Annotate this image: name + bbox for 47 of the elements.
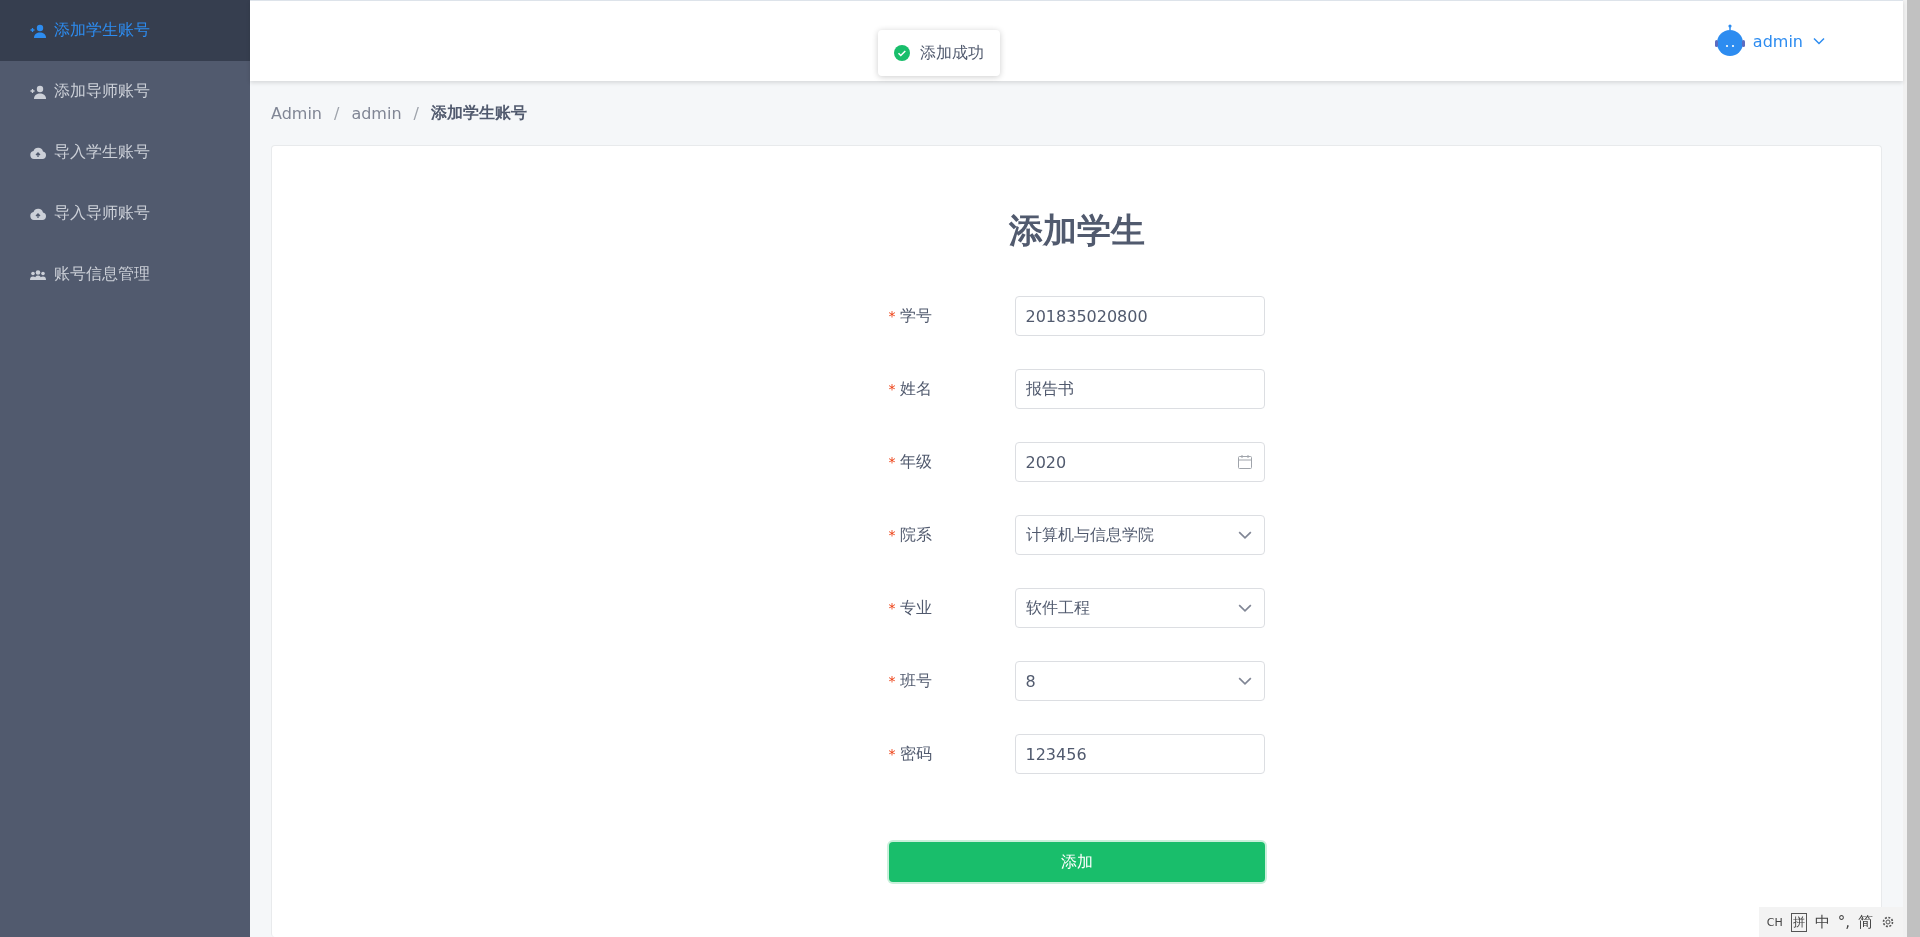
ime-toolbar-item[interactable]: 拼 [1790,912,1807,932]
ime-toolbar-item[interactable]: CH [1766,915,1783,929]
breadcrumb-link[interactable]: admin [351,103,402,123]
sidebar-item[interactable]: 添加导师账号 [0,61,250,122]
breadcrumb-separator: / [413,103,419,123]
settings-icon[interactable] [1881,915,1895,929]
check-circle-icon [894,45,910,61]
input-field[interactable]: 201835020800 [1014,296,1265,336]
input-field[interactable]: 123456 [1014,734,1265,774]
scrollbar[interactable] [1903,0,1920,937]
field-label: 班号 [899,670,932,692]
cloud-upload-icon [30,206,46,221]
select-field[interactable]: 8 [1014,661,1265,701]
field-label: 年级 [899,451,932,473]
required-asterisk: * [888,381,896,397]
breadcrumb-current: 添加学生账号 [430,102,527,124]
sidebar-item[interactable]: 账号信息管理 [0,244,250,305]
field-label: 姓名 [899,378,932,400]
group-icon [30,267,46,282]
breadcrumb-separator: / [334,103,340,123]
cloud-upload-icon [30,145,46,160]
date-field[interactable]: 2020 [1014,442,1265,482]
toast-message: 添加成功 [920,42,984,64]
field-label: 院系 [899,524,932,546]
required-asterisk: * [888,454,896,470]
ime-toolbar-item[interactable]: °, [1837,913,1850,931]
calendar-icon [1237,455,1252,469]
sidebar-item[interactable]: 导入导师账号 [0,183,250,244]
ime-toolbar-item[interactable]: 简 [1858,912,1873,932]
ime-toolbar-item[interactable]: 中 [1814,912,1830,932]
select-field[interactable]: 计算机与信息学院 [1014,515,1265,555]
field-label: 密码 [899,743,932,765]
field-label: 专业 [899,597,932,619]
required-asterisk: * [888,600,896,616]
chevron-down-icon [1813,37,1825,45]
select-field[interactable]: 软件工程 [1014,588,1265,628]
required-asterisk: * [888,746,896,762]
field-label: 学号 [899,305,932,327]
required-asterisk: * [888,527,896,543]
person-add-icon [30,23,46,38]
required-asterisk: * [888,308,896,324]
sidebar-item[interactable]: 导入学生账号 [0,122,250,183]
robot-avatar-icon [1712,24,1747,58]
form-title: 添加学生 [1008,209,1145,252]
input-field[interactable]: 报告书 [1014,369,1265,409]
required-asterisk: * [888,673,896,689]
person-add-icon [30,84,46,99]
